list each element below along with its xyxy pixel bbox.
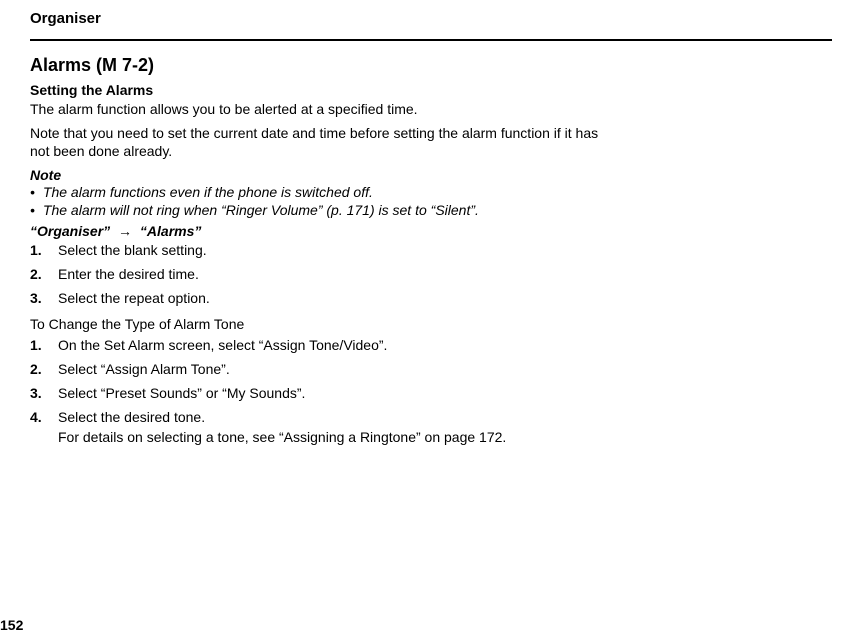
path-part2: “Alarms” <box>140 223 201 239</box>
step-item: Enter the desired time. <box>30 265 832 283</box>
note-item: The alarm will not ring when “Ringer Vol… <box>30 201 832 219</box>
step-item: Select the desired tone. For details on … <box>30 408 832 446</box>
note-pre-text: Note that you need to set the current da… <box>30 124 610 160</box>
navigation-path: “Organiser” → “Alarms” <box>30 223 832 239</box>
steps-list-1: Select the blank setting. Enter the desi… <box>30 241 832 308</box>
page-header: Organiser <box>30 10 832 27</box>
path-part1: “Organiser” <box>30 223 110 239</box>
step-item: Select “Assign Alarm Tone”. <box>30 360 832 378</box>
steps-list-2: On the Set Alarm screen, select “Assign … <box>30 336 832 447</box>
step-item: Select the repeat option. <box>30 289 832 307</box>
intro-text: The alarm function allows you to be aler… <box>30 100 610 118</box>
note-item: The alarm functions even if the phone is… <box>30 183 832 201</box>
step-text: Select the desired tone. <box>58 409 205 425</box>
note-label: Note <box>30 167 832 183</box>
divider <box>30 39 832 41</box>
section-title-text: Alarms <box>30 55 91 75</box>
menu-code: (M 7-2) <box>96 55 154 75</box>
section-title: Alarms (M 7-2) <box>30 55 832 76</box>
page-number: 152 <box>0 617 23 633</box>
subsection-title: Setting the Alarms <box>30 82 832 98</box>
step-item: Select “Preset Sounds” or “My Sounds”. <box>30 384 832 402</box>
step-item: Select the blank setting. <box>30 241 832 259</box>
step-item: On the Set Alarm screen, select “Assign … <box>30 336 832 354</box>
step-detail: For details on selecting a tone, see “As… <box>58 428 832 446</box>
change-tone-heading: To Change the Type of Alarm Tone <box>30 316 832 332</box>
arrow-icon: → <box>118 223 132 239</box>
note-list: The alarm functions even if the phone is… <box>30 183 832 219</box>
